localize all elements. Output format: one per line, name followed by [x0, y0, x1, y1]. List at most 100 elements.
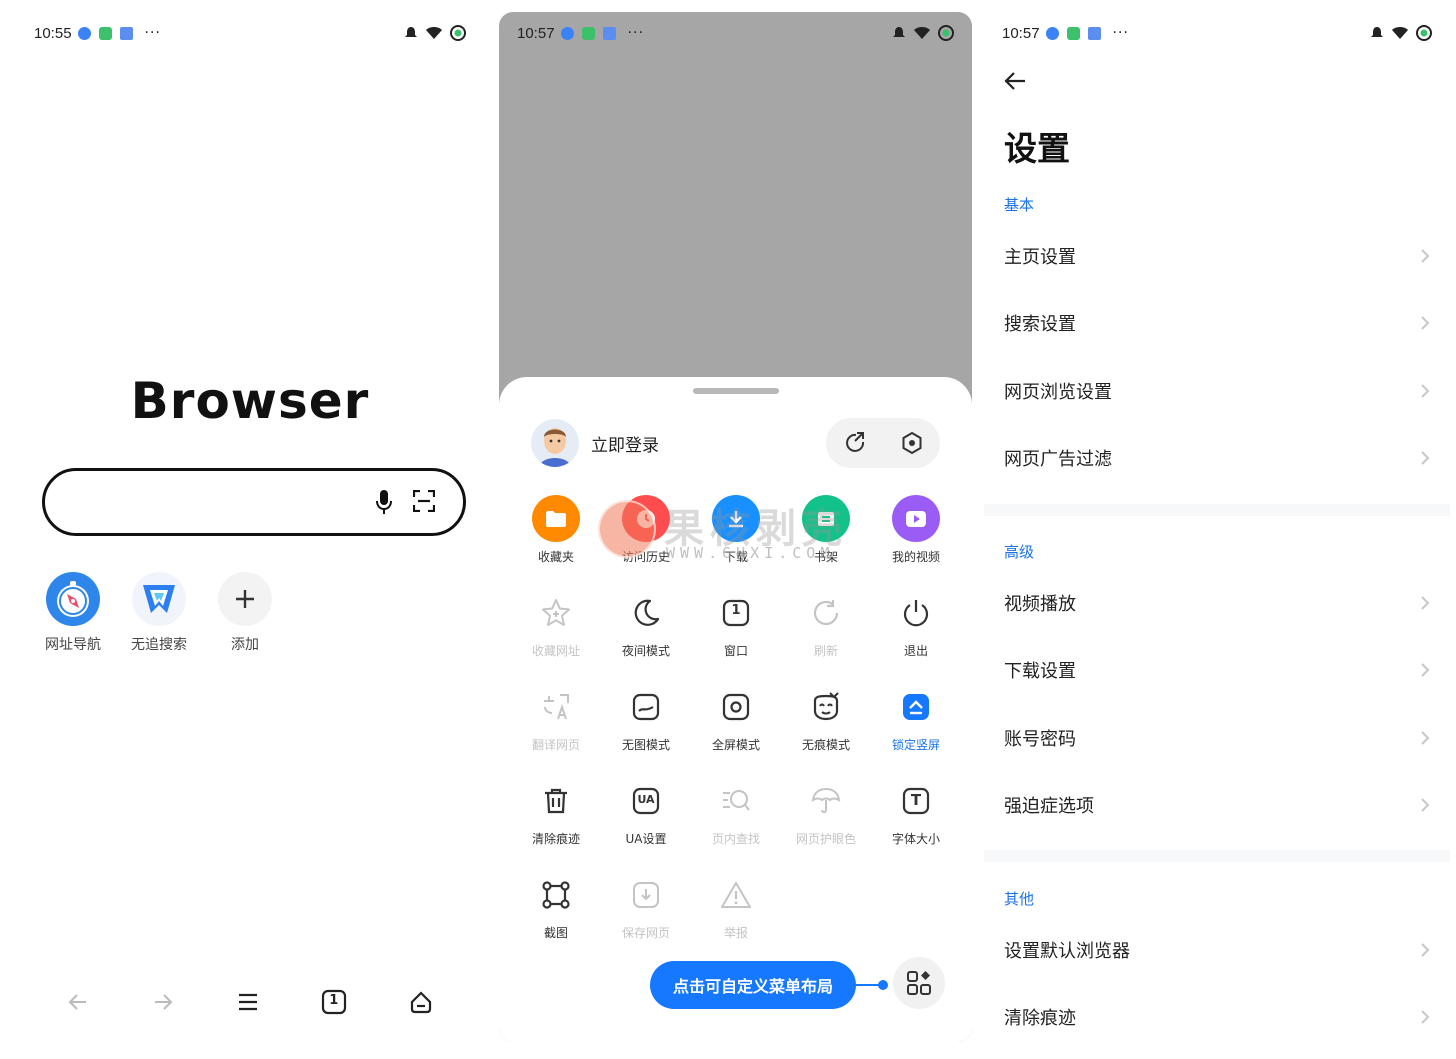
more-notifications-icon: ··· — [1112, 25, 1129, 41]
customize-menu-button[interactable]: 点击可自定义菜单布局 — [650, 961, 856, 1009]
menu-item-downloads[interactable]: 下载 — [691, 495, 781, 565]
menu-item-lock-portrait[interactable]: 锁定竖屏 — [871, 683, 961, 753]
settings-row-passwords[interactable]: 账号密码 — [1004, 718, 1430, 758]
share-icon[interactable] — [843, 431, 867, 455]
settings-row-download[interactable]: 下载设置 — [1004, 650, 1430, 690]
microphone-icon[interactable] — [375, 489, 393, 515]
row-label: 下载设置 — [1004, 661, 1076, 682]
chevron-right-icon — [1421, 663, 1430, 677]
menu-bottom-sheet: 立即登录 收藏夹 访问历史 下载 书架 我的视频 收藏网址 夜间模式 1 窗口 … — [499, 377, 972, 1042]
settings-row-default-browser[interactable]: 设置默认浏览器 — [1004, 930, 1430, 970]
avatar[interactable] — [531, 419, 579, 467]
menu-item-save-page[interactable]: 保存网页 — [601, 871, 691, 941]
shortcut-label: 网址导航 — [45, 637, 101, 653]
menu-item-label: 收藏网址 — [531, 644, 580, 658]
back-arrow-icon[interactable] — [1002, 68, 1028, 94]
menu-item-font-size[interactable]: T 字体大小 — [871, 777, 961, 847]
row-label: 主页设置 — [1004, 247, 1076, 268]
status-bar: 10:57 ··· — [984, 12, 1450, 54]
ua-icon: UA — [622, 777, 670, 824]
chevron-right-icon — [1421, 316, 1430, 330]
menu-item-incognito[interactable]: 无痕模式 — [781, 683, 871, 753]
menu-item-window[interactable]: 1 窗口 — [691, 589, 781, 659]
menu-item-report[interactable]: 举报 — [691, 871, 781, 941]
menu-item-ua-settings[interactable]: UA UA设置 — [601, 777, 691, 847]
forward-arrow-icon[interactable] — [151, 990, 175, 1014]
status-time: 10:57 — [517, 24, 555, 42]
more-notifications-icon: ··· — [627, 25, 644, 41]
login-link[interactable]: 立即登录 — [591, 431, 659, 456]
wifi-icon — [1392, 27, 1408, 39]
menu-item-bookshelf[interactable]: 书架 — [781, 495, 871, 565]
tooltip-dot — [878, 980, 888, 990]
menu-item-history[interactable]: 访问历史 — [601, 495, 691, 565]
settings-row-browsing[interactable]: 网页浏览设置 — [1004, 371, 1430, 411]
menu-item-clear-traces[interactable]: 清除痕迹 — [511, 777, 601, 847]
menu-item-screenshot[interactable]: 截图 — [511, 871, 601, 941]
menu-item-translate[interactable]: 翻译网页 — [511, 683, 601, 753]
battery-icon — [450, 25, 466, 41]
chevron-right-icon — [1421, 596, 1430, 610]
menu-item-eye-care[interactable]: 网页护眼色 — [781, 777, 871, 847]
chevron-right-icon — [1421, 249, 1430, 263]
shortcut-url-navigation[interactable]: 网址导航 — [44, 572, 102, 654]
menu-item-label: 全屏模式 — [711, 738, 760, 752]
report-icon — [712, 871, 760, 918]
font-badge-text: T — [910, 791, 922, 809]
scan-icon[interactable] — [413, 490, 435, 512]
shortcut-add[interactable]: 添加 — [216, 572, 274, 654]
app-notification-icon — [560, 26, 574, 40]
font-size-icon: T — [892, 777, 940, 824]
window-count: 1 — [731, 603, 741, 618]
menu-item-no-image-mode[interactable]: 无图模式 — [601, 683, 691, 753]
settings-row-video[interactable]: 视频播放 — [1004, 583, 1430, 623]
battery-icon — [1416, 25, 1432, 41]
menu-icon[interactable] — [236, 990, 260, 1014]
menu-item-find-in-page[interactable]: 页内查找 — [691, 777, 781, 847]
row-label: 清除痕迹 — [1004, 1008, 1076, 1029]
back-arrow-icon[interactable] — [66, 990, 90, 1014]
menu-item-label: 我的视频 — [891, 550, 940, 564]
menu-item-favorites[interactable]: 收藏夹 — [511, 495, 601, 565]
menu-item-label: 保存网页 — [621, 926, 670, 940]
sheet-drag-handle[interactable] — [693, 388, 779, 394]
shortcut-no-track-search[interactable]: 无追搜索 — [130, 572, 188, 654]
translate-icon — [532, 683, 580, 730]
search-input[interactable] — [42, 468, 466, 536]
status-time: 10:57 — [1002, 24, 1040, 42]
folder-icon — [532, 495, 580, 542]
compass-icon — [46, 572, 100, 626]
app-notification-icon — [1045, 26, 1059, 40]
menu-item-label: 无图模式 — [621, 738, 670, 752]
status-bar: 10:55 ··· — [16, 12, 484, 54]
settings-row-ocd-options[interactable]: 强迫症选项 — [1004, 785, 1430, 825]
menu-item-fullscreen[interactable]: 全屏模式 — [691, 683, 781, 753]
tabs-icon[interactable]: 1 — [321, 989, 347, 1015]
settings-icon[interactable] — [900, 431, 924, 455]
menu-item-exit[interactable]: 退出 — [871, 589, 961, 659]
header-actions — [826, 418, 940, 468]
layout-edit-button[interactable] — [893, 957, 945, 1009]
row-label: 网页浏览设置 — [1004, 382, 1112, 403]
download-icon — [712, 495, 760, 542]
home-icon[interactable] — [408, 989, 434, 1015]
star-icon — [532, 589, 580, 636]
menu-item-bookmark-url[interactable]: 收藏网址 — [511, 589, 601, 659]
battery-icon — [938, 25, 954, 41]
menu-item-night-mode[interactable]: 夜间模式 — [601, 589, 691, 659]
menu-item-label: 下载 — [723, 550, 748, 564]
settings-row-ad-filter[interactable]: 网页广告过滤 — [1004, 438, 1430, 478]
menu-item-label: 截图 — [543, 926, 568, 940]
fullscreen-icon — [712, 683, 760, 730]
menu-item-my-videos[interactable]: 我的视频 — [871, 495, 961, 565]
section-label-basic: 基本 — [1004, 196, 1035, 214]
message-notification-icon — [98, 26, 112, 40]
menu-item-refresh[interactable]: 刷新 — [781, 589, 871, 659]
chevron-right-icon — [1421, 1010, 1430, 1024]
more-notifications-icon: ··· — [144, 25, 161, 41]
settings-row-clear-traces[interactable]: 清除痕迹 — [1004, 997, 1430, 1037]
settings-row-search[interactable]: 搜索设置 — [1004, 303, 1430, 343]
menu-item-label: 窗口 — [723, 644, 748, 658]
row-label: 强迫症选项 — [1004, 796, 1094, 817]
settings-row-homepage[interactable]: 主页设置 — [1004, 236, 1430, 276]
